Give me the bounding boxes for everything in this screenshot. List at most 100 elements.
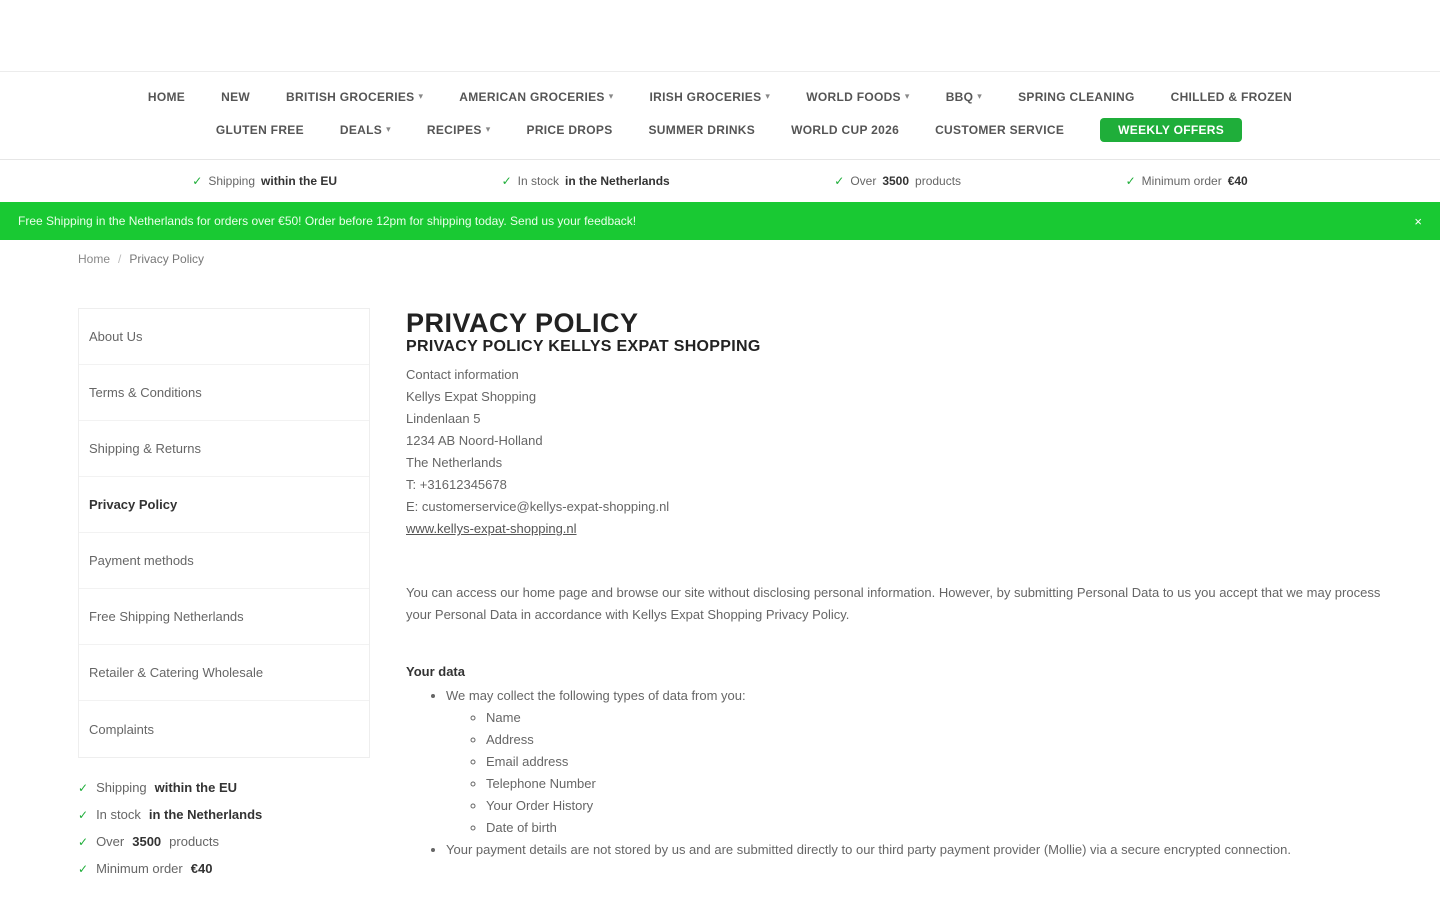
nav-item-label: GLUTEN FREE — [215, 122, 304, 137]
nav-item-world-cup-2026[interactable]: WORLD CUP 2026 — [773, 123, 917, 137]
usp-prefix: Over — [96, 834, 125, 849]
nav-item-label: CHILLED & FROZEN — [1170, 89, 1293, 104]
breadcrumb-current: Privacy Policy — [129, 252, 205, 266]
nav-item-label: CUSTOMER SERVICE — [935, 122, 1065, 137]
sidebar-item-shipping-and-returns[interactable]: Shipping & Returns — [79, 421, 369, 477]
breadcrumb: Home / Privacy Policy — [0, 240, 1440, 278]
sidebar-usps: ✓ Shipping within the EU ✓ In stock in the Ne… — [78, 780, 370, 876]
sidebar-item-about-us[interactable]: About Us — [79, 309, 369, 365]
address-line: T: +31612345678 — [406, 477, 507, 492]
promo-banner: Free Shipping in the Netherlands for ord… — [0, 202, 1440, 240]
intro-paragraph: You can access our home page and browse … — [406, 585, 1381, 622]
usp-highlight: €40 — [1227, 174, 1248, 188]
main-area: About Us Terms & Conditions Shipping & Ret… — [0, 278, 1440, 876]
nav-row-primary: HOME NEW BRITISH GROCERIES ▾ AMERICAN GROCER… — [0, 90, 1440, 104]
nav-item-label: IRISH GROCERIES — [649, 89, 762, 104]
nav-item-new[interactable]: NEW — [203, 90, 268, 104]
check-icon: ✓ — [78, 834, 89, 849]
nav-item-gluten-free[interactable]: GLUTEN FREE — [198, 123, 322, 137]
usp-item-1: ✓ In stock in the Netherlands — [502, 174, 670, 188]
data-list: We may collect the following types of da… — [406, 685, 1386, 861]
nav-item-label: RECIPES — [426, 122, 482, 137]
nav-item-bbq[interactable]: BBQ ▾ — [928, 90, 1000, 104]
address-line: The Netherlands — [406, 455, 503, 470]
usp-item-0: ✓ Shipping within the EU — [192, 174, 337, 188]
nav-item-world-foods[interactable]: WORLD FOODS ▾ — [788, 90, 927, 104]
list-item-text: We may collect the following types of da… — [446, 688, 746, 703]
sub-list-item: Telephone Number — [486, 773, 1386, 795]
nav-item-chilled-and-frozen[interactable]: CHILLED & FROZEN — [1153, 90, 1310, 104]
check-icon: ✓ — [1125, 174, 1136, 188]
breadcrumb-separator: / — [118, 252, 122, 266]
usp-prefix: Minimum order — [1141, 174, 1222, 188]
main-navigation: HOME NEW BRITISH GROCERIES ▾ AMERICAN GROCER… — [0, 72, 1440, 160]
section-title: Your data — [406, 664, 465, 679]
address-line: E: customerservice@kellys-expat-shopping… — [406, 499, 670, 514]
breadcrumb-home-link[interactable]: Home — [78, 252, 110, 266]
page-subtitle: PRIVACY POLICY KELLYS EXPAT SHOPPING — [406, 338, 761, 355]
header-top-space — [0, 0, 1440, 72]
chevron-down-icon: ▾ — [608, 91, 614, 101]
weekly-offers-button[interactable]: WEEKLY OFFERS — [1100, 117, 1243, 142]
chevron-down-icon: ▾ — [977, 91, 983, 101]
nav-item-american-groceries[interactable]: AMERICAN GROCERIES ▾ — [441, 90, 631, 104]
list-item: Your payment details are not stored by u… — [446, 839, 1386, 861]
sub-list-item: Address — [486, 729, 1386, 751]
check-icon: ✓ — [501, 174, 512, 188]
nav-item-recipes[interactable]: RECIPES ▾ — [409, 123, 509, 137]
usp-highlight: within the EU — [154, 780, 238, 795]
usp-prefix: In stock — [96, 807, 141, 822]
sidebar-item-terms-and-conditions[interactable]: Terms & Conditions — [79, 365, 369, 421]
list-item-text: Your payment details are not stored by u… — [446, 842, 1291, 857]
address-line: Kellys Expat Shopping — [406, 389, 537, 404]
sidebar-usp-item-3: ✓ Minimum order €40 — [78, 861, 370, 876]
sidebar-usp-item-0: ✓ Shipping within the EU — [78, 780, 370, 795]
check-icon: ✓ — [192, 174, 203, 188]
nav-item-customer-service[interactable]: CUSTOMER SERVICE — [917, 123, 1082, 137]
usp-prefix: Minimum order — [96, 861, 183, 876]
website-link[interactable]: www.kellys-expat-shopping.nl — [406, 518, 1386, 540]
sidebar-menu: About Us Terms & Conditions Shipping & Ret… — [78, 308, 370, 758]
nav-item-spring-cleaning[interactable]: SPRING CLEANING — [1000, 90, 1153, 104]
usp-highlight: in the Netherlands — [148, 807, 263, 822]
sidebar-usp-item-1: ✓ In stock in the Netherlands — [78, 807, 370, 822]
nav-item-label: BRITISH GROCERIES — [286, 89, 415, 104]
nav-item-label: SUMMER DRINKS — [648, 122, 756, 137]
nav-item-label: DEALS — [339, 122, 383, 137]
contact-address: Contact information Kellys Expat Shopping… — [406, 364, 1386, 518]
address-line: 1234 AB Noord-Holland — [406, 433, 543, 448]
sidebar-item-free-shipping-netherlands[interactable]: Free Shipping Netherlands — [79, 589, 369, 645]
nav-row-secondary: GLUTEN FREE DEALS ▾ RECIPES ▾ PRICE DROPS SUMM… — [0, 117, 1440, 142]
sub-list-item: Email address — [486, 751, 1386, 773]
usp-prefix: In stock — [517, 174, 560, 188]
usp-highlight: €40 — [190, 861, 213, 876]
check-icon: ✓ — [78, 780, 89, 795]
sidebar-item-privacy-policy[interactable]: Privacy Policy — [79, 477, 369, 533]
sidebar-item-complaints[interactable]: Complaints — [79, 701, 369, 757]
promo-text: Free Shipping in the Netherlands for ord… — [18, 214, 637, 228]
nav-item-home[interactable]: HOME — [130, 90, 203, 104]
sub-list-item: Date of birth — [486, 817, 1386, 839]
chevron-down-icon: ▾ — [418, 91, 424, 101]
nav-item-deals[interactable]: DEALS ▾ — [322, 123, 409, 137]
chevron-down-icon: ▾ — [765, 91, 771, 101]
nav-item-irish-groceries[interactable]: IRISH GROCERIES ▾ — [632, 90, 789, 104]
usp-suffix: products — [169, 834, 220, 849]
sidebar-item-payment-methods[interactable]: Payment methods — [79, 533, 369, 589]
usp-prefix: Shipping — [208, 174, 256, 188]
nav-item-british-groceries[interactable]: BRITISH GROCERIES ▾ — [268, 90, 441, 104]
page-content: PRIVACY POLICY PRIVACY POLICY KELLYS EXP… — [406, 308, 1386, 876]
sub-list-item: Name — [486, 707, 1386, 729]
sidebar-item-retailer-and-catering-wholesale[interactable]: Retailer & Catering Wholesale — [79, 645, 369, 701]
check-icon: ✓ — [834, 174, 845, 188]
nav-item-label: NEW — [221, 89, 251, 104]
nav-item-label: SPRING CLEANING — [1018, 89, 1135, 104]
nav-item-price-drops[interactable]: PRICE DROPS — [509, 123, 631, 137]
address-line: Contact information — [406, 367, 519, 382]
chevron-down-icon: ▾ — [485, 124, 491, 134]
nav-item-label: WORLD CUP 2026 — [791, 122, 900, 137]
close-icon[interactable]: × — [1414, 214, 1422, 229]
usp-suffix: products — [915, 174, 962, 188]
nav-item-summer-drinks[interactable]: SUMMER DRINKS — [631, 123, 774, 137]
usp-highlight: 3500 — [882, 174, 910, 188]
